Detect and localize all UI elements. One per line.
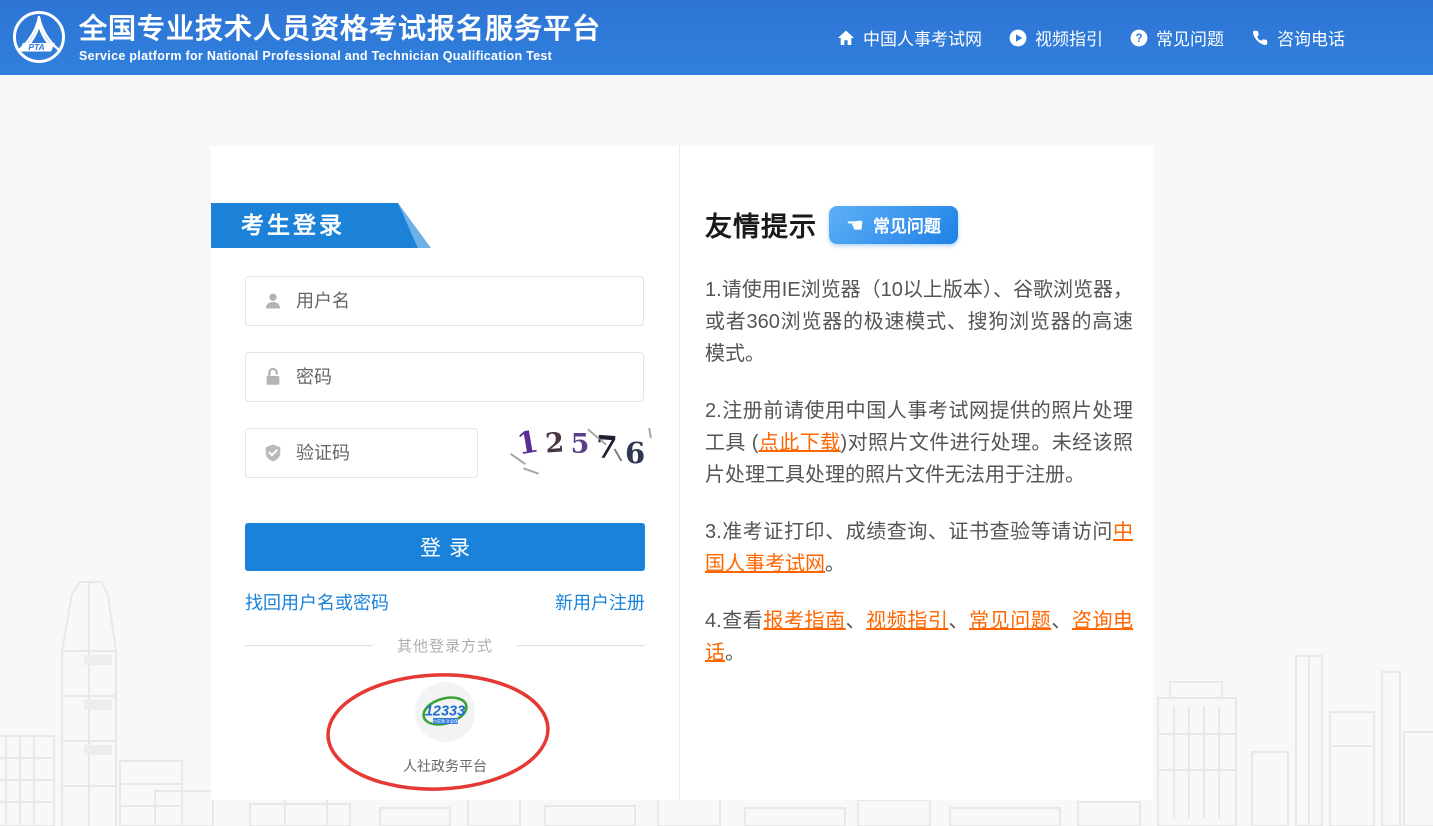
brand: PTA 全国专业技术人员资格考试报名服务平台 Service platform …: [12, 10, 601, 64]
tips-body: 1.请使用IE浏览器（10以上版本）、谷歌浏览器，或者360浏览器的极速模式、搜…: [705, 274, 1133, 694]
alt-login-label: 人社政务平台: [403, 758, 487, 774]
password-input[interactable]: [296, 366, 643, 388]
captcha-input[interactable]: [296, 442, 477, 464]
question-circle-icon: ?: [1130, 29, 1148, 46]
captcha-field: [245, 428, 478, 478]
tip-text: 。: [725, 642, 745, 664]
tip-text: 4.查看: [705, 610, 764, 632]
login-title: 考生登录: [241, 212, 345, 238]
login-ribbon: 考生登录: [211, 203, 431, 248]
play-circle-icon: [1009, 29, 1027, 46]
main-panel: 考生登录 用户名 验证码 1 2 5 7 6 登录 找回用户名或密码 新用户注册…: [211, 146, 1153, 800]
tip-inline-link[interactable]: 报考指南: [763, 610, 845, 632]
svg-text:?: ?: [1135, 33, 1142, 45]
logo-12333-icon: 12333 人力资源 社会保障: [422, 696, 468, 726]
lock-open-icon: [266, 367, 280, 385]
password-field: [245, 352, 644, 402]
tip-text: 、: [948, 610, 970, 632]
shield-check-icon: [265, 444, 281, 462]
tip-text: 。: [825, 553, 845, 575]
login-links-row: 找回用户名或密码 新用户注册: [245, 589, 645, 615]
tip-text: 1.请使用IE浏览器（10以上版本）、谷歌浏览器，或者360浏览器的极速模式、搜…: [705, 279, 1133, 365]
home-icon: [838, 30, 854, 45]
faq-button-label: 常见问题: [872, 217, 941, 236]
nav-label: 中国人事考试网: [863, 30, 982, 49]
tip-text: 3.准考证打印、成绩查询、证书查验等请访问: [705, 521, 1113, 543]
forgot-credentials-link[interactable]: 找回用户名或密码: [245, 589, 389, 615]
nav-faq[interactable]: ? 常见问题: [1130, 25, 1224, 50]
brand-text: 全国专业技术人员资格考试报名服务平台 Service platform for …: [79, 12, 601, 63]
pointing-hand-icon: ☚: [846, 212, 864, 237]
phone-icon: [1252, 30, 1268, 45]
tip-paragraph: 2.注册前请使用中国人事考试网提供的照片处理工具 (点此下载)对照片文件进行处理…: [705, 395, 1133, 491]
nav-phone[interactable]: 咨询电话: [1251, 25, 1345, 50]
tip-inline-link[interactable]: 常见问题: [969, 610, 1051, 632]
tip-text: 、: [1051, 610, 1072, 632]
other-login-label: 其他登录方式: [397, 638, 494, 655]
nav-label: 视频指引: [1035, 30, 1103, 49]
divider-line: [517, 645, 646, 646]
site-title: 全国专业技术人员资格考试报名服务平台: [79, 12, 602, 44]
nav-china-personnel-exam-site[interactable]: 中国人事考试网: [837, 25, 982, 50]
user-icon: [266, 293, 280, 309]
tip-text: 、: [845, 610, 867, 632]
tip-paragraph: 4.查看报考指南、视频指引、常见问题、咨询电话。: [705, 605, 1133, 669]
alt-login-logo-circle: 12333 人力资源 社会保障: [415, 682, 475, 742]
nav-label: 常见问题: [1156, 30, 1224, 49]
username-field: [245, 276, 644, 326]
pta-logo-icon: PTA: [13, 11, 65, 63]
faq-button[interactable]: ☚ 常见问题: [829, 205, 958, 244]
tip-paragraph: 1.请使用IE浏览器（10以上版本）、谷歌浏览器，或者360浏览器的极速模式、搜…: [705, 274, 1133, 370]
nav-label: 咨询电话: [1277, 30, 1345, 49]
divider-line: [245, 645, 373, 646]
page: PTA 全国专业技术人员资格考试报名服务平台 Service platform …: [0, 0, 1433, 826]
alt-login-12333[interactable]: 12333 人力资源 社会保障 人社政务平台: [211, 682, 679, 776]
tip-paragraph: 3.准考证打印、成绩查询、证书查验等请访问中国人事考试网。: [705, 516, 1133, 580]
tips-header: 友情提示 ☚ 常见问题: [705, 205, 958, 244]
header: PTA 全国专业技术人员资格考试报名服务平台 Service platform …: [0, 0, 1433, 75]
other-login-divider: 其他登录方式: [245, 635, 646, 656]
nav-video-guide[interactable]: 视频指引: [1009, 25, 1103, 50]
register-link[interactable]: 新用户注册: [555, 589, 645, 615]
tips-title: 友情提示: [705, 212, 817, 242]
svg-text:PTA: PTA: [28, 42, 44, 52]
tip-inline-link[interactable]: 点此下载: [758, 432, 840, 454]
top-nav: 中国人事考试网 视频指引 ? 常见问题 咨询电话: [837, 0, 1345, 75]
svg-text:12333: 12333: [425, 704, 465, 720]
captcha-image[interactable]: 12576: [507, 424, 655, 480]
username-input[interactable]: [296, 290, 643, 312]
panel-divider: [679, 146, 680, 800]
login-button[interactable]: 登录: [245, 523, 645, 571]
tip-inline-link[interactable]: 视频指引: [866, 610, 948, 632]
svg-text:人力资源 社会保障: 人力资源 社会保障: [429, 718, 462, 724]
site-subtitle: Service platform for National Profession…: [79, 48, 553, 63]
